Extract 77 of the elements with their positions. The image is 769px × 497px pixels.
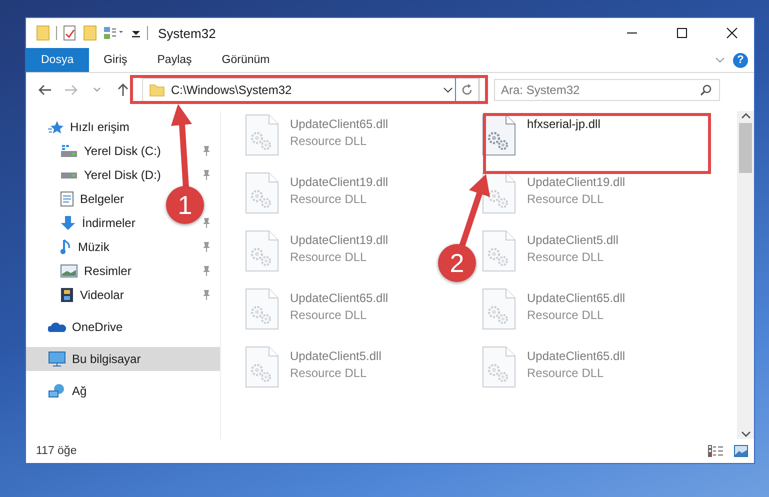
refresh-button[interactable]	[455, 77, 479, 103]
maximize-icon	[676, 27, 688, 39]
ribbon-tab[interactable]: Giriş	[88, 48, 142, 72]
file-type: Resource DLL	[290, 134, 368, 148]
address-bar[interactable]: C:\Windows\System32	[142, 78, 480, 102]
ribbon-tab[interactable]: Paylaş	[142, 48, 207, 72]
help-button[interactable]: ?	[733, 52, 748, 68]
up-arrow-icon	[117, 83, 129, 97]
file-name[interactable]: UpdateClient19.dll	[290, 175, 388, 189]
file-name[interactable]: UpdateClient65.dll	[290, 291, 388, 305]
music-note-icon	[60, 239, 72, 255]
film-icon	[60, 287, 74, 303]
forward-arrow-icon	[64, 84, 78, 96]
details-view-icon[interactable]	[708, 445, 724, 457]
download-arrow-icon	[60, 215, 76, 231]
scroll-up-icon[interactable]	[740, 111, 750, 121]
chevron-down-icon[interactable]	[443, 86, 453, 94]
document-icon	[60, 191, 74, 207]
file-type: Resource DLL	[290, 366, 368, 380]
window-title: System32	[158, 26, 216, 40]
pin-icon[interactable]	[201, 289, 212, 301]
chevron-down-icon	[93, 87, 101, 93]
file-name[interactable]: UpdateClient65.dll	[527, 291, 626, 305]
file-name[interactable]: UpdateClient19.dll	[527, 175, 626, 189]
file-type: Resource DLL	[290, 250, 368, 264]
file-name[interactable]: UpdateClient19.dll	[290, 233, 388, 247]
large-icons-view-icon[interactable]	[734, 445, 748, 457]
folder-icon[interactable]	[36, 25, 50, 41]
scrollbar-thumb[interactable]	[739, 123, 752, 173]
star-icon	[48, 120, 64, 134]
file-type: Resource DLL	[527, 192, 605, 206]
sidebar-item[interactable]: Resimler	[60, 264, 132, 278]
customize-dropdown-icon[interactable]	[131, 28, 141, 38]
ribbon-tab[interactable]: Görünüm	[206, 48, 285, 72]
network-icon	[48, 383, 66, 399]
file-type: Resource DLL	[527, 250, 605, 264]
sidebar-item[interactable]: OneDrive	[48, 320, 123, 334]
sidebar-item[interactable]: Ağ	[48, 383, 87, 399]
sidebar-item[interactable]: Hızlı erişim	[48, 120, 130, 134]
drive-icon	[60, 144, 78, 158]
drive-icon	[60, 172, 78, 178]
refresh-icon	[461, 84, 473, 96]
ribbon-tab[interactable]: Dosya	[26, 48, 89, 72]
close-icon	[726, 27, 738, 39]
properties-icon[interactable]	[63, 25, 77, 41]
scroll-down-icon[interactable]	[740, 429, 750, 439]
folder-icon	[149, 82, 165, 98]
pin-icon[interactable]	[201, 169, 212, 181]
file-type: Resource DLL	[527, 308, 605, 322]
cloud-icon	[48, 321, 66, 333]
file-name[interactable]: UpdateClient65.dll	[527, 349, 626, 363]
expand-ribbon-icon[interactable]	[715, 56, 725, 64]
file-type: Resource DLL	[290, 308, 368, 322]
view-options-icon[interactable]	[103, 26, 125, 40]
sidebar-item[interactable]: Videolar	[60, 287, 124, 303]
new-folder-icon[interactable]	[83, 25, 97, 41]
pin-icon[interactable]	[201, 217, 212, 229]
computer-icon	[48, 351, 66, 367]
sidebar-item[interactable]: Bu bilgisayar	[48, 351, 141, 367]
image-icon	[60, 264, 78, 278]
file-name[interactable]: UpdateClient65.dll	[290, 117, 388, 131]
file-name[interactable]: UpdateClient5.dll	[290, 349, 382, 363]
sidebar-item[interactable]: Müzik	[60, 239, 110, 255]
file-type: Resource DLL	[290, 192, 368, 206]
search-field[interactable]: Ara: System32	[494, 79, 720, 101]
back-arrow-icon	[38, 84, 52, 96]
sidebar-item[interactable]: Yerel Disk (D:)	[60, 168, 161, 182]
file-name[interactable]: hfxserial-jp.dll	[527, 117, 600, 131]
sidebar-item[interactable]: Yerel Disk (C:)	[60, 144, 161, 158]
file-name[interactable]: UpdateClient5.dll	[527, 233, 618, 247]
pin-icon[interactable]	[201, 145, 212, 157]
sidebar-item[interactable]: İndirmeler	[60, 215, 136, 231]
pin-icon[interactable]	[201, 265, 212, 277]
file-type: Resource DLL	[527, 366, 605, 380]
sidebar-item[interactable]: Belgeler	[60, 191, 124, 207]
pin-icon[interactable]	[201, 241, 212, 253]
item-count: 117 öğe	[36, 445, 77, 457]
